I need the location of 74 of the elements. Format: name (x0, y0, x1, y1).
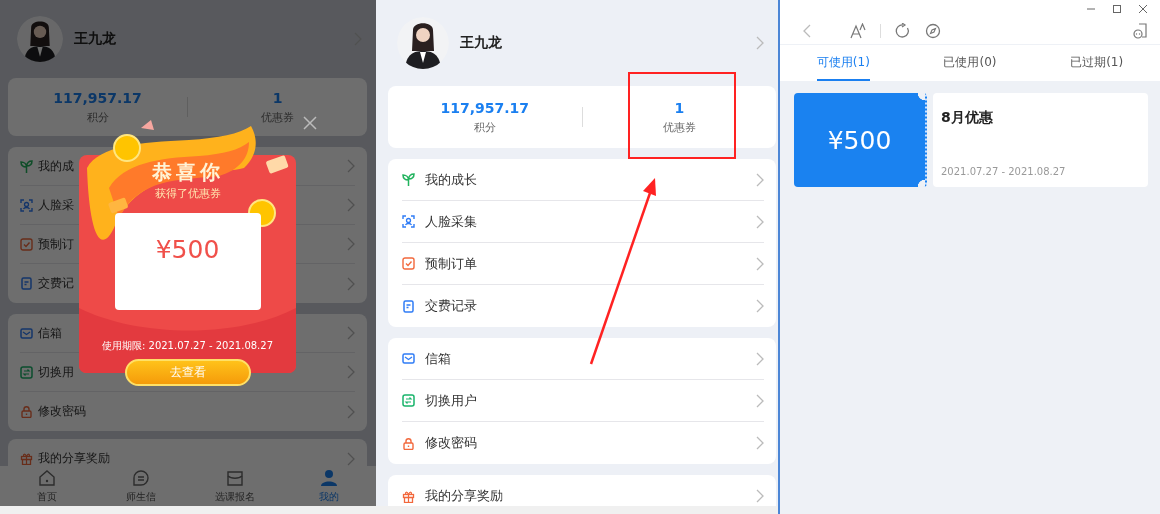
stat-label: 积分 (473, 119, 496, 135)
phone-icon[interactable] (1132, 23, 1148, 39)
chevron-icon (347, 159, 355, 173)
chevron-icon (756, 256, 764, 271)
menu-item[interactable]: 修改密码 (20, 392, 355, 431)
font-size-icon[interactable] (850, 23, 866, 39)
checkbox-icon (402, 257, 415, 270)
coupon-title: 8月优惠 (941, 109, 994, 127)
menu-item[interactable]: 我的分享奖励 (402, 475, 764, 506)
menu-item[interactable]: 修改密码 (402, 422, 764, 464)
chevron-icon (347, 237, 355, 251)
sprout-icon (20, 159, 33, 173)
tab[interactable]: 已过期(1) (1070, 45, 1124, 81)
sprout-icon (402, 173, 415, 186)
face-scan-icon (402, 215, 415, 228)
stat-value: 117,957.17 (53, 89, 142, 106)
user-name: 王九龙 (74, 30, 117, 48)
person-icon (319, 468, 339, 488)
user-name: 王九龙 (460, 34, 503, 52)
chevron-icon (756, 351, 764, 366)
mail-icon (402, 352, 415, 365)
chevron-icon (756, 214, 764, 229)
chevron-icon (347, 451, 355, 466)
shop-icon (225, 468, 245, 488)
tab[interactable]: 可使用(1) (816, 45, 870, 81)
chevron-icon (756, 436, 764, 450)
coupon-value: ¥500 (794, 93, 927, 187)
chat-icon (131, 468, 151, 488)
gift-icon (20, 452, 33, 465)
coupon-amount: ¥500 (114, 213, 261, 310)
chevron-icon (347, 198, 355, 212)
switch-icon (402, 394, 415, 407)
checkbox-icon (20, 237, 33, 251)
menu-item[interactable]: 预制订单 (402, 243, 764, 285)
compass-icon[interactable] (925, 23, 941, 39)
tab[interactable]: 已使用(0) (943, 45, 997, 81)
chevron-icon (756, 172, 764, 187)
chevron-icon (347, 276, 355, 291)
chevron-icon (756, 489, 764, 503)
stat-label: 积分 (86, 109, 109, 125)
menu-item[interactable]: 交费记录 (402, 285, 764, 327)
refresh-icon[interactable] (895, 23, 911, 39)
stat-label: 优惠券 (662, 119, 696, 135)
popup-subtitle: 获得了优惠券 (154, 186, 221, 202)
chevron-icon (347, 326, 355, 340)
stat-value: 117,957.17 (440, 99, 530, 116)
close-icon[interactable] (1138, 4, 1148, 14)
chevron-icon (347, 404, 355, 419)
mail-icon (20, 326, 33, 340)
face-scan-icon (20, 198, 33, 212)
coupon-period: 2021.07.27 - 2021.08.27 (941, 166, 1067, 177)
chevron-icon (756, 36, 764, 50)
avatar (17, 16, 63, 62)
stat-value: 1 (674, 99, 685, 116)
switch-icon (20, 365, 33, 379)
stat-label: 优惠券 (261, 109, 294, 125)
document-icon (20, 277, 33, 290)
document-icon (402, 299, 415, 313)
stat-value: 1 (272, 89, 283, 106)
chevron-icon (756, 299, 764, 313)
menu-item[interactable]: 人脸采集 (402, 201, 764, 243)
validity-text: 使用期限: 2021.07.27 - 2021.08.27 (102, 339, 273, 353)
menu-item[interactable]: 信箱 (402, 338, 764, 380)
lock-icon (402, 436, 415, 450)
chevron-icon (756, 393, 764, 408)
home-icon (37, 468, 57, 488)
maximize-icon[interactable] (1112, 4, 1122, 14)
gift-icon (402, 489, 415, 503)
menu-item[interactable]: 我的分享奖励 (20, 439, 355, 466)
menu-item[interactable]: 切换用户 (402, 380, 764, 422)
close-icon[interactable] (303, 116, 317, 130)
chevron-icon (347, 365, 355, 379)
popup-title: 恭喜你 (151, 160, 224, 184)
lock-icon (20, 405, 33, 418)
